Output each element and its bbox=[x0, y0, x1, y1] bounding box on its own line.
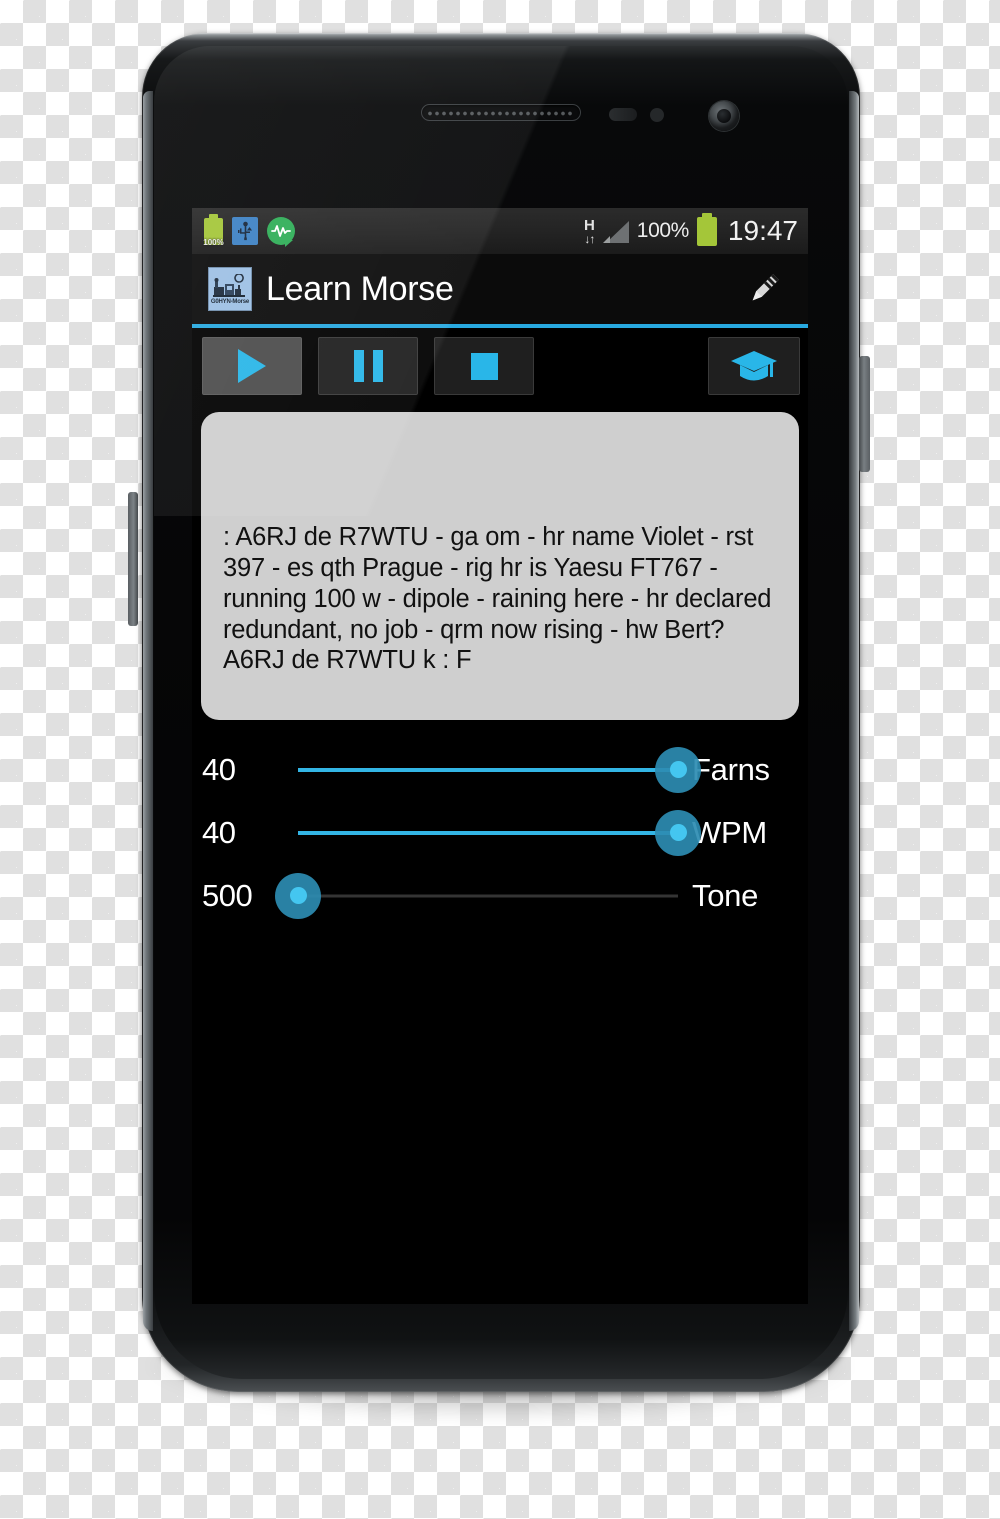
stop-button[interactable] bbox=[434, 337, 534, 395]
app-icon-caption: G0HYN-Morse bbox=[210, 298, 250, 305]
play-icon bbox=[238, 349, 266, 383]
proximity-sensor-icon bbox=[609, 108, 637, 121]
wpm-slider-thumb[interactable] bbox=[655, 809, 701, 856]
battery-small-label: 100% bbox=[203, 237, 224, 247]
graduation-cap-icon bbox=[731, 351, 777, 381]
battery-icon bbox=[696, 212, 717, 246]
transport-toolbar bbox=[192, 328, 808, 404]
volume-rocker-button[interactable] bbox=[128, 492, 138, 626]
network-type-hspa-icon: H ↓↑ bbox=[584, 218, 595, 245]
status-bar-left-icons: 100% bbox=[203, 213, 295, 247]
page-title: Learn Morse bbox=[266, 269, 454, 308]
tone-slider-thumb[interactable] bbox=[275, 872, 321, 919]
status-bar-clock: 19:47 bbox=[727, 215, 798, 246]
slider-row-farns: 40 Farns bbox=[202, 738, 798, 801]
farns-slider-fill bbox=[298, 767, 678, 772]
status-bar: 100% H ↓↑ 100% 19:47 bbox=[192, 208, 808, 254]
farns-value: 40 bbox=[202, 751, 236, 787]
app-icon[interactable]: G0HYN-Morse bbox=[208, 267, 252, 311]
learn-button[interactable] bbox=[708, 337, 800, 395]
earpiece-speaker-grille bbox=[421, 104, 581, 121]
phone-left-rail bbox=[143, 91, 153, 1331]
farns-slider[interactable] bbox=[298, 745, 701, 795]
app-action-bar: G0HYN-Morse Learn Morse bbox=[192, 254, 808, 328]
edit-button[interactable] bbox=[736, 261, 792, 317]
slider-row-tone: 500 Tone bbox=[202, 864, 798, 927]
network-type-letter: H bbox=[583, 216, 595, 234]
slider-row-wpm: 40 WPM bbox=[202, 801, 798, 864]
wpm-slider[interactable] bbox=[298, 808, 701, 858]
pause-icon bbox=[353, 350, 383, 382]
usb-icon bbox=[232, 217, 258, 245]
phone-screen: 100% H ↓↑ 100% 19:47 G0HYN-Morse Learn M… bbox=[192, 208, 808, 1304]
tone-slider-track bbox=[298, 894, 678, 897]
network-data-arrows: ↓↑ bbox=[584, 231, 595, 246]
farns-slider-thumb[interactable] bbox=[655, 746, 701, 793]
audio-waveform-icon bbox=[267, 217, 295, 247]
tone-label: Tone bbox=[692, 877, 759, 913]
settings-sliders: 40 Farns 40 WPM 500 Tone bbox=[192, 720, 808, 927]
pause-button[interactable] bbox=[318, 337, 418, 395]
morse-key-illustration bbox=[213, 273, 245, 297]
ambient-light-sensor-icon bbox=[650, 108, 664, 122]
battery-percent-label: 100% bbox=[636, 219, 690, 242]
battery-small-icon: 100% bbox=[203, 213, 224, 247]
pencil-icon bbox=[752, 274, 779, 301]
status-bar-right-icons: H ↓↑ 100% 19:47 bbox=[584, 212, 798, 247]
signal-strength-icon bbox=[602, 219, 629, 243]
phone-right-rail bbox=[849, 91, 859, 1331]
wpm-slider-fill bbox=[298, 830, 678, 835]
tone-slider[interactable] bbox=[275, 871, 678, 921]
morse-text-output[interactable]: : A6RJ de R7WTU - ga om - hr name Violet… bbox=[201, 412, 799, 720]
front-camera-icon bbox=[709, 101, 739, 131]
wpm-value: 40 bbox=[202, 814, 236, 850]
stop-icon bbox=[470, 352, 498, 380]
play-button[interactable] bbox=[202, 337, 302, 395]
power-button[interactable] bbox=[859, 356, 870, 472]
